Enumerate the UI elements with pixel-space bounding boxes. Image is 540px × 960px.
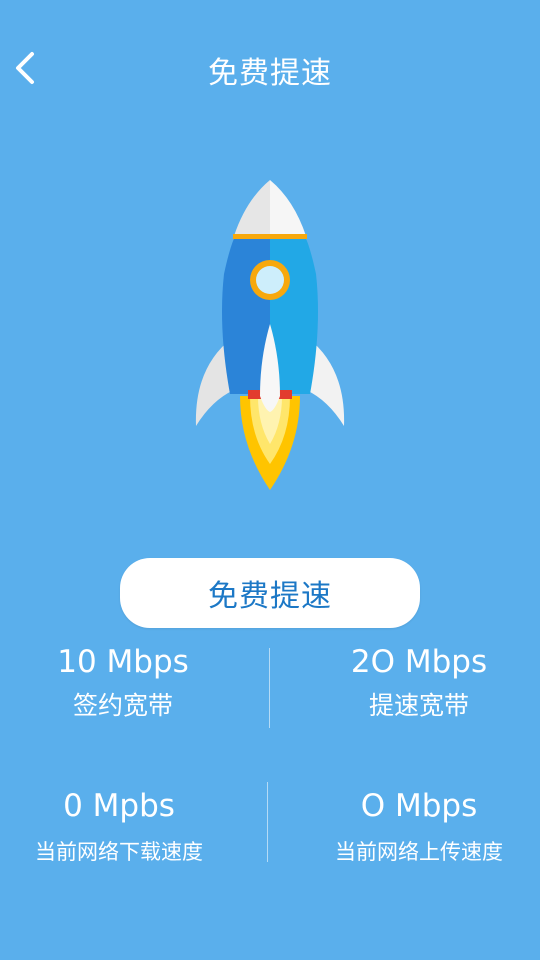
upload-speed-value: O Mbps (360, 788, 478, 824)
boost-bandwidth-stat: 2O Mbps 提速宽带 (284, 642, 540, 724)
contract-bandwidth-stat: 10 Mbps 签约宽带 (0, 642, 258, 724)
free-boost-button[interactable]: 免费提速 (120, 558, 420, 628)
contract-bandwidth-value: 10 Mbps (57, 644, 189, 680)
contract-bandwidth-label: 签约宽带 (72, 691, 173, 720)
download-speed-stat: 0 Mpbs 当前网络下载速度 (0, 786, 254, 870)
boost-bandwidth-label: 提速宽带 (368, 691, 469, 720)
header: 免费提速 (0, 0, 540, 130)
download-speed-value: 0 Mpbs (63, 788, 175, 824)
page-title: 免费提速 (208, 56, 332, 91)
download-speed-label: 当前网络下载速度 (35, 840, 203, 864)
divider (269, 648, 270, 728)
divider (267, 782, 268, 862)
upload-speed-label: 当前网络上传速度 (335, 840, 503, 864)
boost-bandwidth-value: 2O Mbps (350, 644, 488, 680)
rocket-icon (195, 180, 345, 490)
upload-speed-stat: O Mbps 当前网络上传速度 (284, 786, 540, 870)
stats-panel: 10 Mbps 签约宽带 2O Mbps 提速宽带 0 Mpbs 当前网络下载速… (0, 640, 540, 880)
